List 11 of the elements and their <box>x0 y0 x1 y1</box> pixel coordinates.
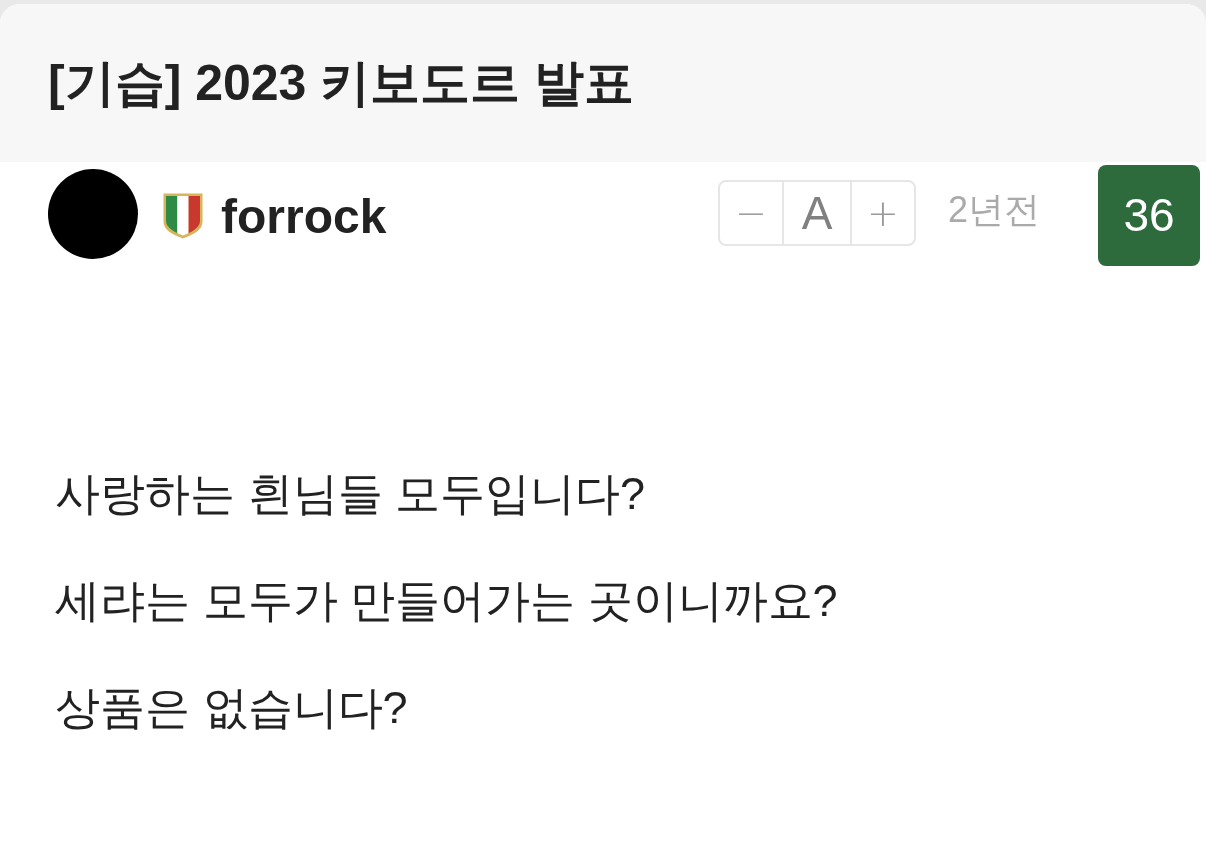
font-size-button[interactable]: A <box>781 180 852 246</box>
body-paragraph: 사랑하는 흰님들 모두입니다? <box>55 467 647 521</box>
decrease-font-button[interactable]: − <box>717 180 784 246</box>
body-paragraph: 상품은 없습니다? <box>55 681 409 735</box>
count-badge: 36 <box>1098 164 1200 266</box>
post-title: [기습] 2023 키보도르 발표 <box>48 53 635 113</box>
username[interactable]: forrock <box>221 188 387 244</box>
increase-font-button[interactable]: + <box>849 180 916 246</box>
shield-icon <box>162 192 204 240</box>
post-time: 2년전 <box>947 187 1040 232</box>
body-paragraph: 세랴는 모두가 만들어가는 곳이니까요? <box>55 574 839 628</box>
